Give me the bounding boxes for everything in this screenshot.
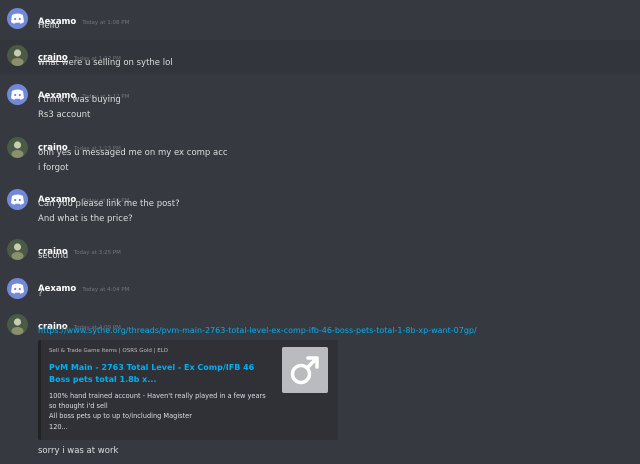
avatar[interactable] xyxy=(7,8,28,29)
discord-logo-icon xyxy=(11,89,24,100)
discord-logo-icon xyxy=(11,194,24,205)
message-text: Can you please link me the post? xyxy=(38,199,180,209)
user-avatar-icon xyxy=(7,314,28,335)
message-group: craino Today at 1:13 PM ohh yes u message… xyxy=(0,130,640,182)
message-text: what were u selling on sythe lol xyxy=(38,58,173,68)
embed-provider[interactable]: Sell & Trade Game Items | OSRS Gold | EL… xyxy=(49,348,168,354)
message-group: craino Today at 3:25 PM second xyxy=(0,235,640,271)
embed-thumbnail[interactable] xyxy=(282,347,328,393)
user-avatar-icon xyxy=(7,239,28,260)
embed-description-line: 100% hand trained account - Haven't real… xyxy=(49,392,266,400)
timestamp: Today at 3:25 PM xyxy=(73,250,121,256)
timestamp: Today at 4:04 PM xyxy=(82,287,130,293)
avatar[interactable] xyxy=(7,278,28,299)
message-text: second xyxy=(38,251,69,261)
message-group: Aexamo Today at 1:12 PM I think I was buy… xyxy=(0,78,640,128)
avatar[interactable] xyxy=(7,239,28,260)
avatar[interactable] xyxy=(7,84,28,105)
embed-description-line: so thought i'd sell xyxy=(49,402,108,411)
embed-description-line: All boss pets up to up to/including Magi… xyxy=(49,412,192,421)
message-group: Aexamo Today at 4:04 PM ? xyxy=(0,272,640,308)
message-group: Aexamo Today at 1:08 PM Hello xyxy=(0,0,640,40)
message-text: Hello xyxy=(38,21,60,31)
avatar[interactable] xyxy=(7,314,28,335)
message-text: sorry i was at work xyxy=(38,446,119,456)
avatar[interactable] xyxy=(7,137,28,158)
discord-logo-icon xyxy=(11,283,24,294)
message-text: Rs3 account xyxy=(38,110,91,120)
message-text: ohh yes u messaged me on my ex comp acc xyxy=(38,148,228,158)
message-group: craino Today at 1:12 PM what were u selli… xyxy=(0,40,640,74)
message-text: I think I was buying xyxy=(38,95,121,105)
timestamp: Today at 1:08 PM xyxy=(82,20,130,26)
user-avatar-icon xyxy=(7,137,28,158)
embed-description-line: 120... xyxy=(49,422,68,431)
avatar[interactable] xyxy=(7,189,28,210)
embed-title[interactable]: PvM Main - 2763 Total Level - Ex Comp/IF… xyxy=(49,362,274,386)
message-text: ? xyxy=(38,289,43,299)
message-text: And what is the price? xyxy=(38,214,133,224)
embed-description: 100% hand trained account - Haven't real… xyxy=(49,391,279,432)
message-link[interactable]: https://www.sythe.org/threads/pvm-main-2… xyxy=(38,326,477,335)
username[interactable]: Aexamo xyxy=(38,284,76,294)
avatar[interactable] xyxy=(7,45,28,66)
male-symbol-icon xyxy=(290,356,319,385)
message-group: Aexamo Today at 1:50 PM Can you please li… xyxy=(0,183,640,235)
discord-logo-icon xyxy=(11,13,24,24)
user-avatar-icon xyxy=(7,45,28,66)
link-embed: Sell & Trade Game Items | OSRS Gold | EL… xyxy=(38,340,338,440)
message-text: i forgot xyxy=(38,163,69,173)
